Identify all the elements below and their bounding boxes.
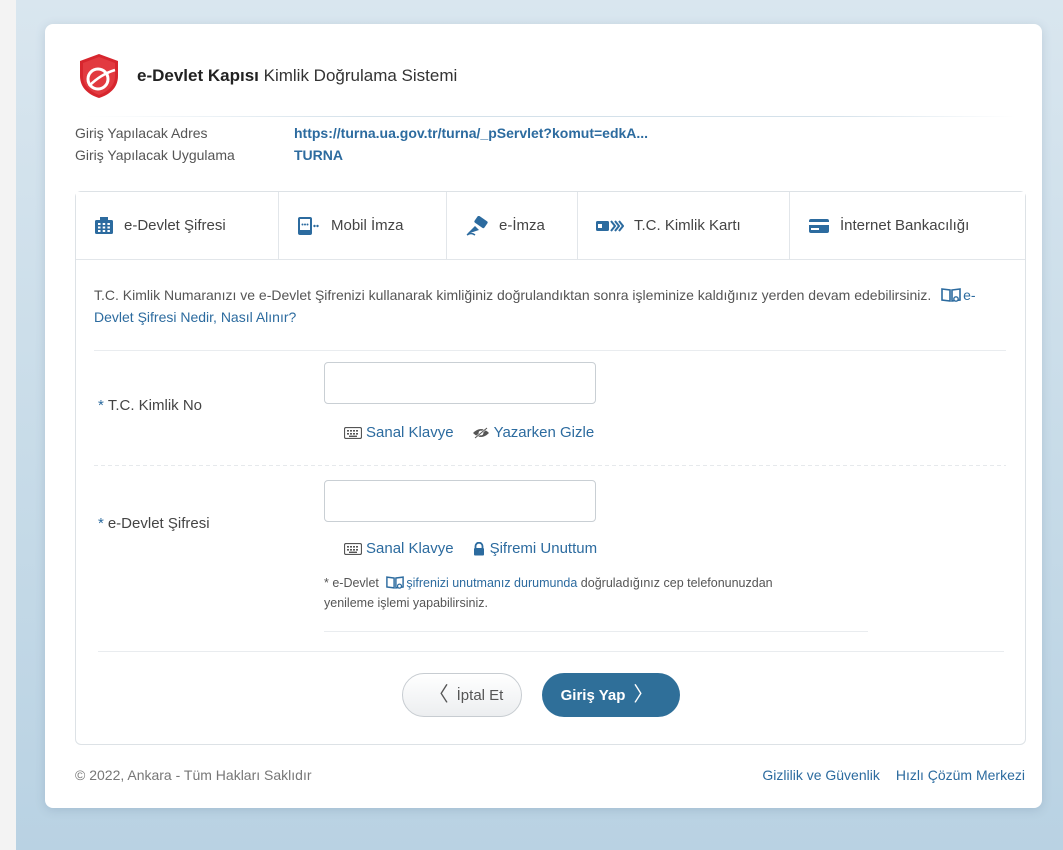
page-header: e-Devlet Kapısı Kimlik Doğrulama Sistemi — [75, 46, 1015, 106]
edevlet-password-input[interactable] — [324, 480, 596, 522]
password-label-text: e-Devlet Şifresi — [107, 515, 210, 532]
credit-card-icon — [809, 218, 829, 233]
note-link-text: şifrenizi unutmanız durumunda — [406, 576, 578, 590]
mobile-signature-icon — [298, 216, 319, 235]
app-row: Giriş Yapılacak Uygulama TURNA — [75, 144, 648, 166]
help-center-link[interactable]: Hızlı Çözüm Merkezi — [896, 767, 1025, 783]
keyboard-icon — [344, 426, 362, 439]
login-label: Giriş Yap — [560, 686, 626, 704]
tab-label: e-İmza — [499, 217, 545, 234]
login-card: e-Devlet Kapısı Kimlik Doğrulama Sistemi… — [45, 24, 1042, 808]
login-button[interactable]: Giriş Yap 〉 — [542, 673, 680, 717]
form-bottom-divider — [98, 651, 1004, 652]
eye-slash-icon — [472, 426, 489, 439]
cancel-button[interactable]: 〈 İptal Et — [402, 673, 522, 717]
forgot-password-label: Şifremi Unuttum — [489, 540, 598, 557]
keyboard-icon — [344, 542, 362, 555]
tab-label: e-Devlet Şifresi — [124, 217, 226, 234]
address-value: https://turna.ua.gov.tr/turna/_pServlet?… — [294, 125, 649, 141]
login-description: T.C. Kimlik Numaranızı ve e-Devlet Şifre… — [94, 284, 994, 328]
brand-title: e-Devlet Kapısı Kimlik Doğrulama Sistemi — [137, 66, 457, 86]
note-prefix: * e-Devlet — [324, 576, 379, 590]
edevlet-logo-icon — [80, 54, 118, 98]
login-panel: e-Devlet Şifresi Mobil İmza e-İmza T.C. … — [75, 191, 1026, 745]
left-edge-strip — [0, 0, 16, 850]
app-label: Giriş Yapılacak Uygulama — [75, 147, 235, 163]
virtual-keyboard-link-password[interactable]: Sanal Klavye — [344, 540, 454, 557]
tab-mobile-signature[interactable]: Mobil İmza — [279, 192, 447, 259]
description-text: T.C. Kimlik Numaranızı ve e-Devlet Şifre… — [94, 287, 932, 303]
password-input-tools: Sanal Klavye Şifremi Unuttum — [344, 540, 615, 557]
tab-label: T.C. Kimlik Kartı — [634, 217, 741, 234]
copyright: © 2022, Ankara - Tüm Hakları Saklıdır — [75, 767, 312, 783]
privacy-link[interactable]: Gizlilik ve Güvenlik — [762, 767, 879, 783]
virtual-keyboard-label: Sanal Klavye — [366, 540, 454, 557]
id-card-icon — [596, 219, 624, 232]
address-label: Giriş Yapılacak Adres — [75, 125, 208, 141]
required-mark: * — [98, 515, 104, 532]
address-row: Giriş Yapılacak Adres https://turna.ua.g… — [75, 122, 648, 144]
tc-input-tools: Sanal Klavye Yazarken Gizle — [344, 424, 612, 441]
chevron-left-icon: 〈 — [428, 684, 449, 706]
field-divider — [94, 465, 1006, 466]
cancel-label: İptal Et — [456, 686, 504, 704]
forgot-password-link[interactable]: Şifremi Unuttum — [472, 540, 598, 557]
tab-label: Mobil İmza — [331, 217, 404, 234]
tc-kimlik-input[interactable] — [324, 362, 596, 404]
required-mark: * — [98, 397, 104, 414]
brand-subtitle: Kimlik Doğrulama Sistemi — [263, 66, 458, 85]
tab-internet-banking[interactable]: İnternet Bankacılığı — [790, 192, 1025, 259]
e-signature-icon — [466, 215, 488, 236]
forgot-password-info-link[interactable]: şifrenizi unutmanız durumunda — [382, 576, 580, 590]
tab-label: İnternet Bankacılığı — [840, 217, 970, 234]
header-divider — [85, 116, 1015, 117]
book-icon — [386, 576, 405, 589]
hide-while-typing-label: Yazarken Gizle — [493, 424, 595, 441]
tc-label: * T.C. Kimlik No — [98, 397, 202, 414]
login-target-info: Giriş Yapılacak Adres https://turna.ua.g… — [75, 122, 648, 166]
tc-label-text: T.C. Kimlik No — [107, 397, 203, 414]
description-divider — [94, 350, 1006, 351]
tab-edevlet-password[interactable]: e-Devlet Şifresi — [76, 192, 279, 259]
password-label: * e-Devlet Şifresi — [98, 515, 210, 532]
lock-icon — [473, 541, 484, 555]
chevron-right-icon: 〉 — [633, 684, 654, 706]
virtual-keyboard-label: Sanal Klavye — [366, 424, 454, 441]
password-note: * e-Devlet şifrenizi unutmanız durumunda… — [324, 573, 824, 613]
tab-e-signature[interactable]: e-İmza — [447, 192, 578, 259]
brand-bold: e-Devlet Kapısı — [137, 66, 259, 85]
footer-links: Gizlilik ve Güvenlik Hızlı Çözüm Merkezi — [746, 767, 1025, 783]
note-divider — [324, 631, 868, 632]
tab-id-card[interactable]: T.C. Kimlik Kartı — [578, 192, 790, 259]
app-value: TURNA — [294, 147, 343, 163]
hide-while-typing-link[interactable]: Yazarken Gizle — [472, 424, 595, 441]
virtual-keyboard-link-tc[interactable]: Sanal Klavye — [344, 424, 454, 441]
book-icon — [941, 288, 961, 302]
login-method-tabs: e-Devlet Şifresi Mobil İmza e-İmza T.C. … — [76, 192, 1025, 260]
keypad-icon — [95, 216, 113, 234]
